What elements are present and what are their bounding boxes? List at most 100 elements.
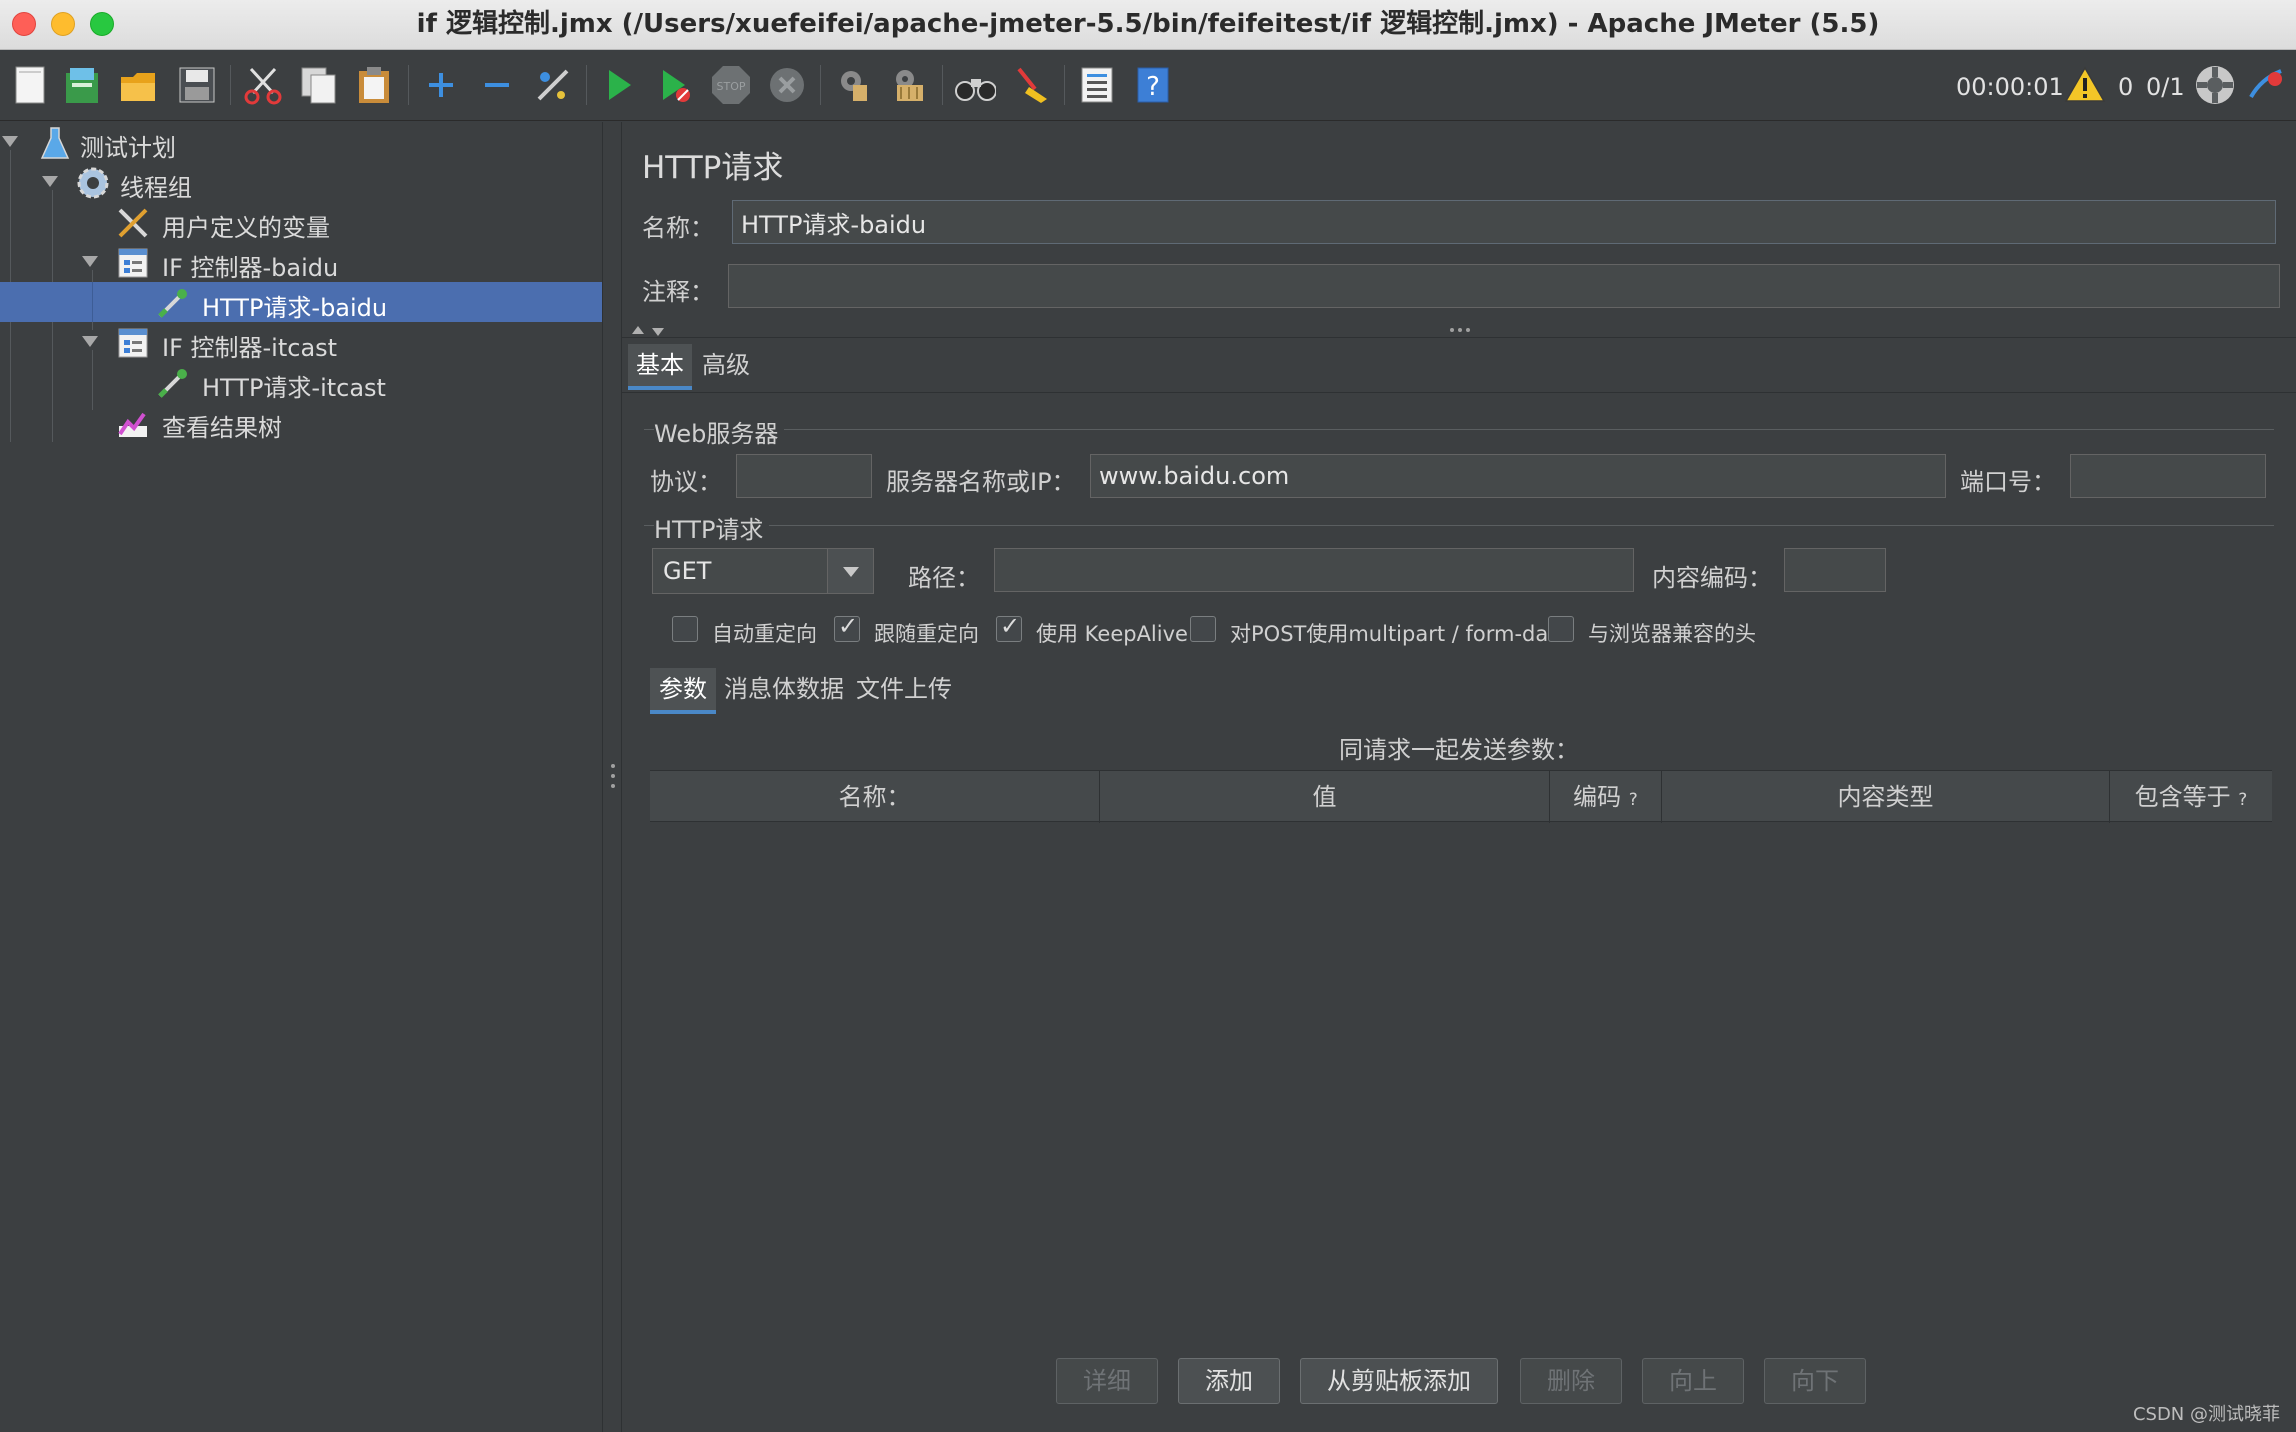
help-icon[interactable]: ?	[1132, 64, 1174, 106]
tab-basic[interactable]: 基本	[628, 344, 692, 390]
thread-ratio: 0/1	[2146, 73, 2185, 101]
port-label: 端口号：	[1960, 468, 2056, 496]
column-encode[interactable]: 编码 ?	[1550, 771, 1662, 823]
tab-files-upload[interactable]: 文件上传	[852, 668, 956, 714]
new-icon[interactable]	[10, 64, 52, 106]
cut-icon[interactable]	[242, 64, 284, 106]
search-icon[interactable]	[954, 64, 996, 106]
tree-item-http-request-baidu[interactable]: HTTP请求-baidu	[0, 282, 602, 322]
save-icon[interactable]	[176, 64, 218, 106]
path-field[interactable]	[994, 548, 1634, 592]
tree-item-if-controller-itcast[interactable]: IF 控制器-itcast	[0, 322, 602, 362]
shutdown-icon[interactable]	[766, 64, 808, 106]
column-encode-label: 编码	[1573, 783, 1622, 811]
tree-expand-arrow[interactable]	[82, 336, 98, 347]
tree-item-if-controller-baidu[interactable]: IF 控制器-baidu	[0, 242, 602, 282]
method-select[interactable]: GET	[652, 548, 874, 594]
web-server-group-title: Web服务器	[654, 414, 785, 449]
expand-all-icon[interactable]	[420, 64, 462, 106]
auto-redirect-label: 自动重定向	[712, 622, 817, 646]
open-icon[interactable]	[118, 64, 160, 106]
follow-redirect-checkbox[interactable]: ✓	[834, 612, 860, 642]
test-plan-tree: 测试计划 线程组 用户定义的变量 IF 控制器-baidu HTTP请求-bai…	[0, 122, 602, 1432]
column-include-equals[interactable]: 包含等于 ?	[2110, 771, 2272, 823]
start-icon[interactable]	[598, 64, 640, 106]
browser-headers-label: 与浏览器兼容的头	[1588, 622, 1756, 646]
tree-item-label: HTTP请求-baidu	[202, 294, 388, 322]
column-content-type-label: 内容类型	[1837, 783, 1934, 811]
params-caption: 同请求一起发送参数：	[1339, 736, 1579, 764]
results-tree-icon	[116, 406, 150, 440]
tree-expand-arrow[interactable]	[82, 256, 98, 267]
function-helper-icon[interactable]	[1076, 64, 1118, 106]
window-title: if 逻辑控制.jmx (/Users/xuefeifei/apache-jme…	[416, 9, 1880, 39]
tab-parameters[interactable]: 参数	[650, 668, 716, 714]
reset-search-icon[interactable]	[1010, 64, 1052, 106]
if-controller-icon	[116, 246, 150, 280]
move-up-button[interactable]: 向上	[1642, 1358, 1744, 1404]
panel-title: HTTP请求	[642, 150, 784, 186]
tree-item-label: IF 控制器-baidu	[162, 254, 339, 282]
multipart-checkbox[interactable]	[1190, 616, 1216, 642]
protocol-field[interactable]	[736, 454, 872, 498]
remote-status-icon[interactable]	[2194, 64, 2236, 106]
tree-expand-arrow[interactable]	[2, 136, 18, 147]
start-no-pause-icon[interactable]	[654, 64, 696, 106]
detail-button[interactable]: 详细	[1056, 1358, 1158, 1404]
log-viewer-icon[interactable]	[2246, 64, 2288, 106]
encoding-field[interactable]	[1784, 548, 1886, 592]
comment-field[interactable]	[728, 264, 2280, 308]
tree-item-user-variables[interactable]: 用户定义的变量	[0, 202, 602, 242]
collapse-down-icon[interactable]	[652, 328, 664, 336]
tab-advanced[interactable]: 高级	[694, 344, 758, 390]
copy-icon[interactable]	[298, 64, 340, 106]
column-name[interactable]: 名称：	[650, 771, 1100, 823]
http-sampler-icon	[156, 286, 190, 320]
clear-all-icon[interactable]	[888, 64, 930, 106]
help-mark: ?	[2238, 790, 2248, 810]
paste-icon[interactable]	[354, 64, 396, 106]
collapse-bar[interactable]	[622, 322, 2296, 338]
comment-label: 注释：	[642, 278, 714, 306]
templates-icon[interactable]	[62, 64, 104, 106]
http-sampler-icon	[156, 366, 190, 400]
move-down-button[interactable]: 向下	[1764, 1358, 1866, 1404]
name-field[interactable]	[732, 200, 2276, 244]
toggle-icon[interactable]	[532, 64, 574, 106]
delete-button[interactable]: 删除	[1520, 1358, 1622, 1404]
tree-item-label: 用户定义的变量	[162, 214, 330, 242]
tree-expand-arrow[interactable]	[42, 176, 58, 187]
pane-splitter[interactable]	[602, 122, 622, 1432]
test-plan-icon	[38, 126, 72, 160]
help-mark: ?	[1628, 790, 1638, 810]
auto-redirect-checkbox[interactable]	[672, 616, 698, 642]
browser-headers-checkbox[interactable]	[1548, 616, 1574, 642]
server-field[interactable]	[1090, 454, 1946, 498]
tree-item-results-tree[interactable]: 查看结果树	[0, 402, 602, 442]
collapse-up-icon[interactable]	[632, 326, 644, 334]
name-label: 名称：	[642, 214, 714, 242]
clear-icon[interactable]	[832, 64, 874, 106]
collapse-all-icon[interactable]	[476, 64, 518, 106]
tree-item-label: HTTP请求-itcast	[202, 374, 386, 402]
svg-text:?: ?	[1146, 72, 1160, 102]
column-include-equals-label: 包含等于	[2134, 783, 2231, 811]
stop-icon[interactable]: STOP	[710, 64, 752, 106]
warning-icon[interactable]	[2064, 64, 2106, 106]
keepalive-checkbox[interactable]: ✓	[996, 612, 1022, 642]
method-value: GET	[663, 557, 712, 585]
server-label: 服务器名称或IP：	[886, 468, 1076, 496]
warning-count: 0	[2118, 73, 2134, 101]
column-content-type[interactable]: 内容类型	[1662, 771, 2110, 823]
column-value[interactable]: 值	[1100, 771, 1550, 823]
port-field[interactable]	[2070, 454, 2266, 498]
tree-item-test-plan[interactable]: 测试计划	[0, 122, 602, 162]
add-from-clipboard-button[interactable]: 从剪贴板添加	[1300, 1358, 1498, 1404]
method-dropdown-button[interactable]	[827, 549, 873, 593]
chevron-down-icon	[843, 567, 859, 577]
svg-text:STOP: STOP	[717, 80, 746, 93]
tree-item-http-request-itcast[interactable]: HTTP请求-itcast	[0, 362, 602, 402]
tab-body-data[interactable]: 消息体数据	[722, 668, 846, 714]
tree-item-thread-group[interactable]: 线程组	[0, 162, 602, 202]
add-button[interactable]: 添加	[1178, 1358, 1280, 1404]
